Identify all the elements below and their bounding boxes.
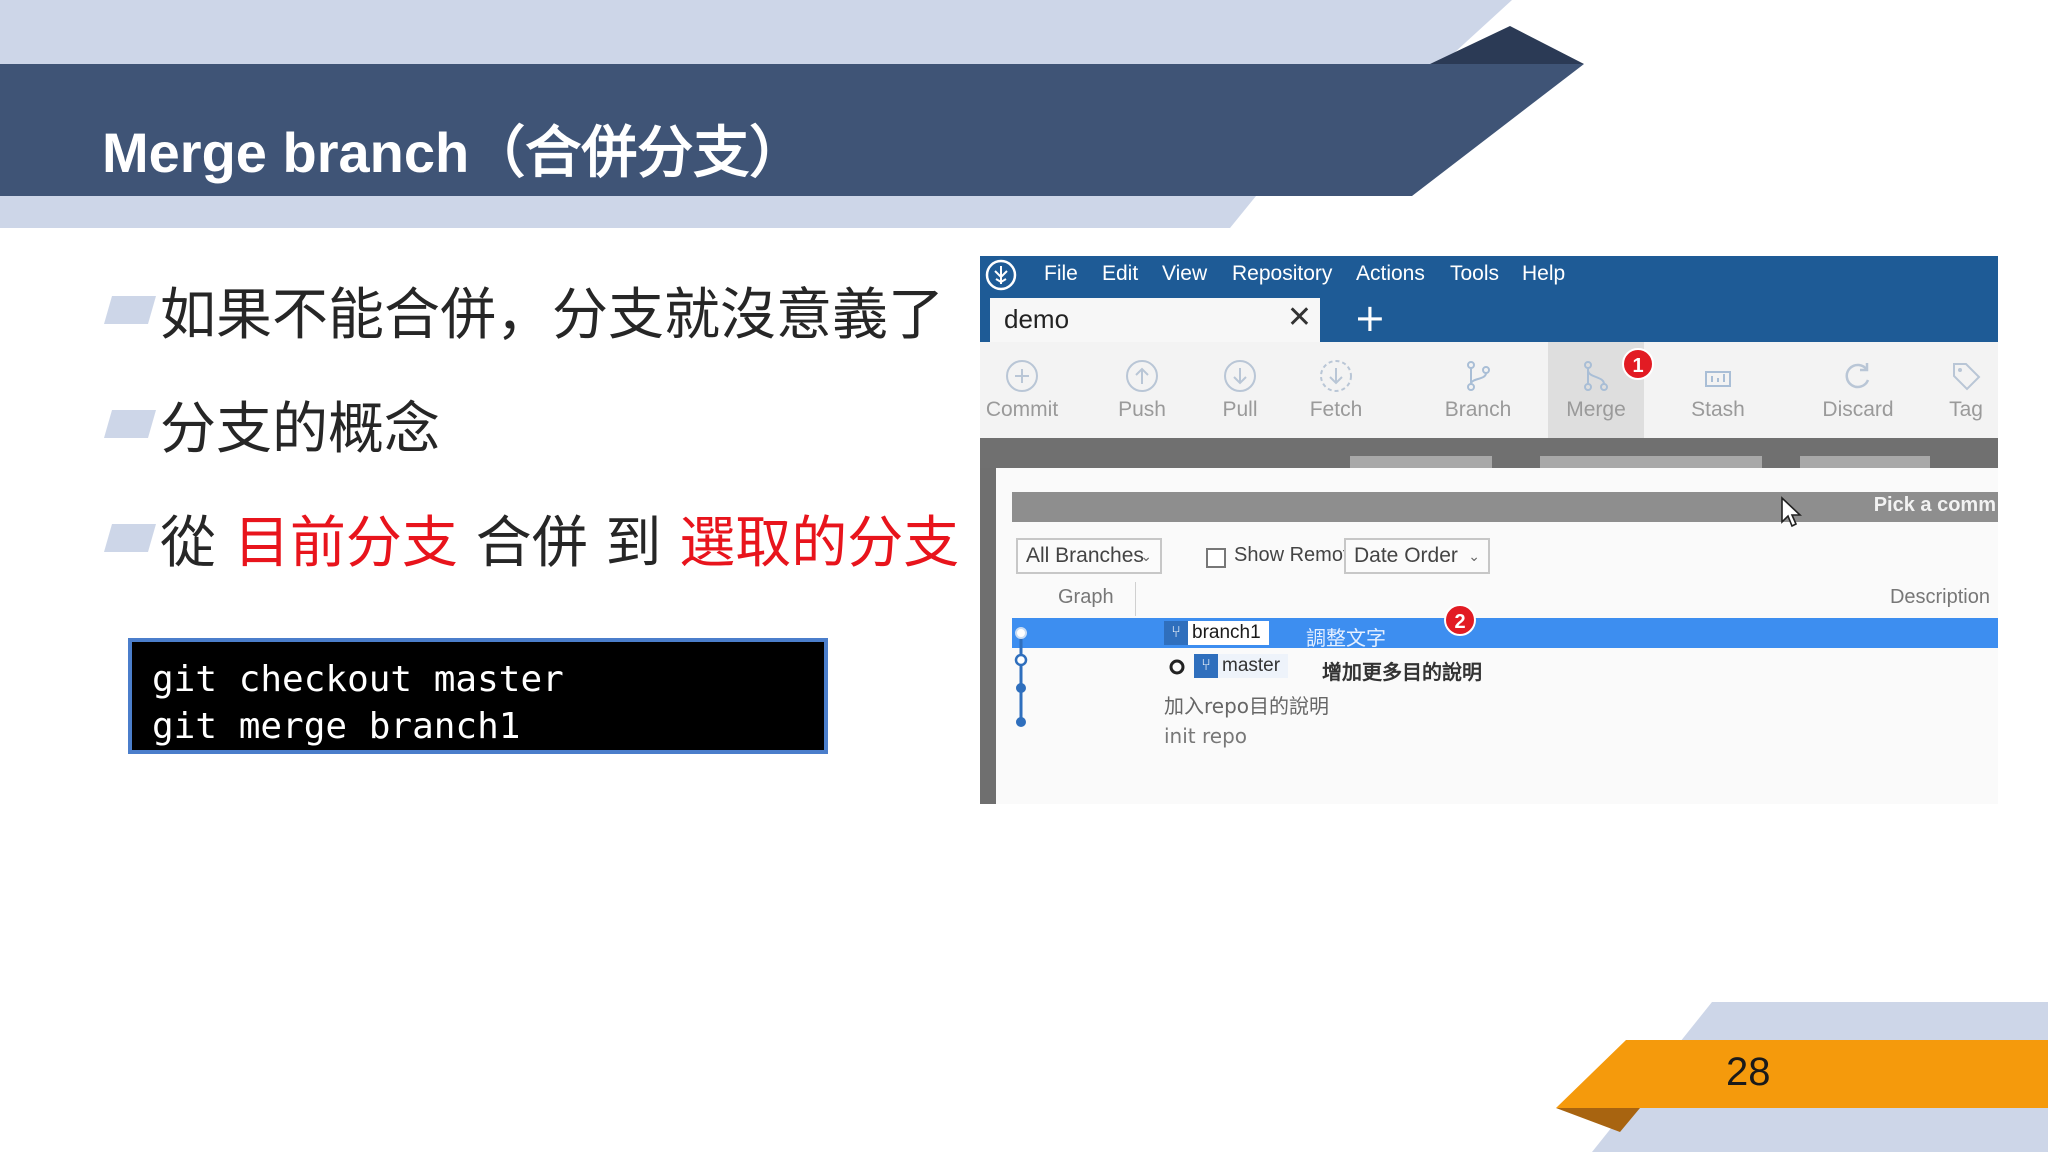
pull-label: Pull bbox=[1222, 398, 1258, 421]
show-remote-branches-checkbox[interactable] bbox=[1206, 548, 1226, 568]
commit-graph bbox=[1014, 627, 1028, 727]
bullet-2-text: 分支的概念 bbox=[160, 384, 440, 465]
chevron-down-icon: ⌄ bbox=[1140, 548, 1152, 564]
banner-bottom-light-band bbox=[0, 196, 1256, 228]
branch-icon: ⑂ bbox=[1164, 621, 1188, 645]
branch-name: master bbox=[1222, 655, 1281, 676]
menu-repository[interactable]: Repository bbox=[1232, 262, 1332, 286]
menu-tools[interactable]: Tools bbox=[1450, 262, 1499, 286]
discard-button[interactable]: Discard bbox=[1816, 342, 1900, 438]
commit-button[interactable]: Commit bbox=[980, 342, 1064, 438]
bullet-2: 分支的概念 bbox=[104, 384, 440, 464]
fetch-label: Fetch bbox=[1309, 398, 1363, 421]
branch-tag-branch1: ⑂ branch1 bbox=[1164, 621, 1269, 645]
discard-label: Discard bbox=[1822, 398, 1894, 421]
commit-message: 調整文字 bbox=[1306, 626, 1386, 650]
bullet-1-seg-1: 如果不能合併，分支就沒意義了 bbox=[160, 282, 944, 348]
step-badge-1: 1 bbox=[1622, 348, 1654, 380]
bullet-marker-icon bbox=[104, 524, 156, 552]
selected-branch-highlight: 選取的分支 bbox=[679, 510, 960, 576]
tag-button[interactable]: Tag bbox=[1934, 342, 1998, 438]
branch-tag-master: ⑂ master bbox=[1194, 654, 1289, 678]
tab-label: demo bbox=[1004, 304, 1070, 334]
stash-label: Stash bbox=[1691, 398, 1745, 421]
ghost-filter-show-remote bbox=[1540, 456, 1762, 468]
push-button[interactable]: Push bbox=[1100, 342, 1184, 438]
date-order-value: Date Order bbox=[1354, 544, 1458, 567]
stash-icon bbox=[1705, 371, 1731, 387]
menu-file[interactable]: File bbox=[1044, 262, 1078, 286]
panel-left-border bbox=[980, 468, 996, 804]
bullet-1-text: 如果不能合併，分支就沒意義了 bbox=[160, 270, 944, 351]
bullet-2-seg-1: 分支的概念 bbox=[160, 396, 440, 462]
bullet-3-seg-3: 合併 到 bbox=[457, 510, 680, 576]
banner-top-light-band bbox=[0, 0, 1512, 64]
app-toolbar: Commit Push Pull Fetch Branch Merge Stas… bbox=[980, 342, 1998, 438]
code-line-2: git merge branch1 bbox=[152, 706, 521, 747]
tab-close-icon[interactable]: ✕ bbox=[1287, 300, 1312, 335]
sourcetree-screenshot: File Edit View Repository Actions Tools … bbox=[980, 256, 1998, 804]
merge-icon bbox=[1584, 361, 1608, 391]
branch-icon: ⑂ bbox=[1194, 654, 1218, 678]
all-branches-dropdown[interactable]: All Branches ⌄ bbox=[1016, 538, 1162, 574]
current-branch-highlight: 目前分支 bbox=[233, 510, 458, 576]
step-badge-2: 2 bbox=[1444, 604, 1476, 636]
tab-demo[interactable]: demo ✕ bbox=[990, 298, 1320, 342]
chevron-down-icon: ⌄ bbox=[1468, 548, 1480, 564]
pick-commit-bar: Pick a comm bbox=[1012, 492, 1998, 522]
branch-button[interactable]: Branch bbox=[1436, 342, 1520, 438]
tag-label: Tag bbox=[1949, 398, 1983, 421]
code-line-1: git checkout master bbox=[152, 659, 564, 700]
plus-circle-icon bbox=[1006, 360, 1038, 392]
commit-message: 增加更多目的說明 bbox=[1322, 660, 1482, 684]
menu-help[interactable]: Help bbox=[1522, 262, 1565, 286]
pull-button[interactable]: Pull bbox=[1198, 342, 1282, 438]
menu-edit[interactable]: Edit bbox=[1102, 262, 1138, 286]
footer-orange-band bbox=[1556, 1040, 2048, 1108]
bullet-1: 如果不能合併，分支就沒意義了 bbox=[104, 270, 944, 350]
page-number: 28 bbox=[1726, 1050, 1771, 1094]
commit-message: 加入repo目的說明 bbox=[1164, 694, 1330, 718]
commit-row-selected[interactable] bbox=[1012, 618, 1998, 648]
ghost-filter-date-order bbox=[1800, 456, 1930, 468]
commit-message: init repo bbox=[1164, 724, 1248, 748]
mouse-cursor-icon bbox=[1781, 496, 1803, 528]
head-indicator-icon bbox=[1169, 659, 1185, 675]
add-tab-icon[interactable]: + bbox=[1354, 296, 1386, 340]
arrow-down-circle-icon bbox=[1224, 360, 1256, 392]
column-header-description: Description bbox=[1889, 586, 1990, 608]
bullet-marker-icon bbox=[104, 410, 156, 438]
arrow-down-dashed-circle-icon bbox=[1320, 360, 1352, 392]
ghost-filter-all-branches bbox=[1350, 456, 1492, 468]
column-header-graph: Graph bbox=[1058, 586, 1114, 608]
branch-label: Branch bbox=[1444, 398, 1512, 421]
all-branches-value: All Branches bbox=[1026, 544, 1144, 567]
bullet-3: 從 目前分支 合併 到 選取的分支 bbox=[104, 498, 959, 578]
branch-name: branch1 bbox=[1192, 622, 1261, 643]
tag-icon bbox=[1953, 363, 1981, 391]
slide-title: Merge branch（合併分支） bbox=[102, 121, 806, 184]
discard-icon bbox=[1845, 363, 1870, 389]
merge-label: Merge bbox=[1566, 398, 1626, 421]
bullet-3-text: 從 目前分支 合併 到 選取的分支 bbox=[160, 498, 959, 579]
pick-commit-text: Pick a comm bbox=[1873, 494, 1996, 516]
push-label: Push bbox=[1118, 398, 1166, 421]
menu-actions[interactable]: Actions bbox=[1356, 262, 1425, 286]
column-divider bbox=[1135, 582, 1136, 616]
menu-view[interactable]: View bbox=[1162, 262, 1207, 286]
commit-label: Commit bbox=[985, 398, 1059, 421]
arrow-up-circle-icon bbox=[1126, 360, 1158, 392]
branch-icon bbox=[1467, 361, 1490, 391]
fetch-button[interactable]: Fetch bbox=[1294, 342, 1378, 438]
bullet-3-seg-1: 從 bbox=[160, 510, 234, 576]
bullet-marker-icon bbox=[104, 296, 156, 324]
code-block: git checkout master git merge branch1 bbox=[128, 638, 828, 754]
app-logo-icon bbox=[985, 259, 1017, 291]
date-order-dropdown[interactable]: Date Order ⌄ bbox=[1344, 538, 1490, 574]
stash-button[interactable]: Stash bbox=[1676, 342, 1760, 438]
